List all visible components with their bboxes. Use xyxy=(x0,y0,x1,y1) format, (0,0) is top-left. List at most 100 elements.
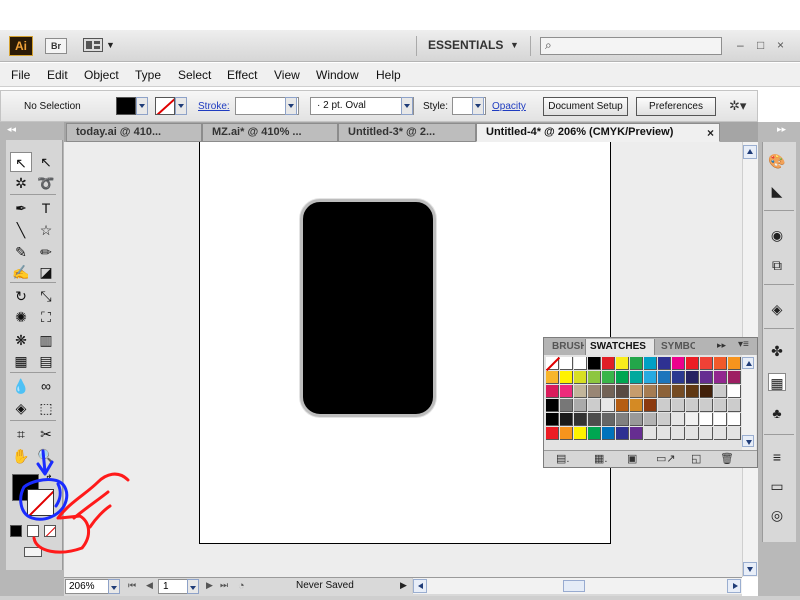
eraser-tool-icon[interactable]: ◪ xyxy=(35,262,57,282)
tab-symbols[interactable]: SYMBOLS xyxy=(657,339,695,355)
color-swatch[interactable] xyxy=(672,413,685,426)
pen-tool-icon[interactable]: ✒ xyxy=(10,198,32,218)
symbols-panel-icon[interactable]: ♣ xyxy=(768,404,786,422)
menu-object[interactable]: Object xyxy=(84,68,119,82)
color-swatch[interactable] xyxy=(560,399,573,412)
scroll-down-icon[interactable] xyxy=(743,562,757,576)
control-panel-menu-icon[interactable]: ✲▾ xyxy=(729,98,746,114)
zoom-dropdown-icon[interactable] xyxy=(108,579,120,594)
graphic-styles-panel-icon[interactable]: ⧉ xyxy=(768,256,786,274)
color-swatch[interactable] xyxy=(630,371,643,384)
color-swatch[interactable] xyxy=(672,385,685,398)
rounded-rectangle-artwork[interactable] xyxy=(300,199,436,417)
color-swatch[interactable] xyxy=(672,371,685,384)
color-swatch[interactable] xyxy=(546,399,559,412)
lasso-tool-icon[interactable]: ➰ xyxy=(35,173,57,193)
color-swatch[interactable] xyxy=(644,413,657,426)
menu-type[interactable]: Type xyxy=(135,68,161,82)
collapse-dock-icon[interactable]: ▸▸ xyxy=(777,124,786,135)
color-swatch[interactable] xyxy=(728,399,741,412)
toolbar-stroke-swatch[interactable] xyxy=(27,489,54,516)
color-swatch[interactable] xyxy=(700,385,713,398)
stroke-weight-dropdown-icon[interactable] xyxy=(285,97,297,115)
artboard-dropdown-icon[interactable] xyxy=(187,579,199,594)
color-swatch[interactable] xyxy=(630,427,643,440)
gradient-panel-icon[interactable]: ▭ xyxy=(768,477,786,495)
color-mode-icon[interactable] xyxy=(10,525,22,537)
color-swatch[interactable] xyxy=(602,371,615,384)
color-swatch[interactable] xyxy=(728,413,741,426)
color-swatch[interactable] xyxy=(616,427,629,440)
zoom-level-field[interactable]: 206% xyxy=(65,579,109,594)
live-paint-bucket-tool-icon[interactable]: ◈ xyxy=(10,398,32,418)
color-swatch[interactable] xyxy=(686,399,699,412)
warp-tool-icon[interactable]: ✺ xyxy=(10,307,32,327)
color-swatch[interactable] xyxy=(616,399,629,412)
menu-file[interactable]: File xyxy=(11,68,30,82)
menu-edit[interactable]: Edit xyxy=(47,68,68,82)
color-swatch[interactable] xyxy=(630,385,643,398)
show-swatch-kinds-icon[interactable]: ▦. xyxy=(594,452,607,465)
color-swatch[interactable] xyxy=(574,385,587,398)
color-swatch[interactable] xyxy=(616,371,629,384)
color-swatch[interactable] xyxy=(728,357,741,370)
color-swatch[interactable] xyxy=(546,385,559,398)
color-swatch[interactable] xyxy=(574,357,587,370)
swatch-libraries-icon[interactable]: ▤. xyxy=(556,452,569,465)
color-swatch[interactable] xyxy=(616,385,629,398)
scroll-up-icon[interactable] xyxy=(743,145,757,159)
scroll-left-icon[interactable] xyxy=(413,579,427,593)
color-swatch[interactable] xyxy=(630,413,643,426)
color-swatch[interactable] xyxy=(574,399,587,412)
horizontal-scroll-thumb[interactable] xyxy=(563,580,585,592)
color-swatch[interactable] xyxy=(602,385,615,398)
type-tool-icon[interactable]: T xyxy=(35,198,57,218)
color-swatch[interactable] xyxy=(686,357,699,370)
color-swatch[interactable] xyxy=(658,385,671,398)
color-swatch[interactable] xyxy=(686,371,699,384)
color-swatch[interactable] xyxy=(672,399,685,412)
eyedropper-tool-icon[interactable]: 💧 xyxy=(10,376,32,396)
color-swatch[interactable] xyxy=(672,357,685,370)
color-swatch[interactable] xyxy=(658,427,671,440)
direct-selection-tool-icon[interactable]: ↖ xyxy=(35,152,57,172)
color-swatch[interactable] xyxy=(630,399,643,412)
color-swatch[interactable] xyxy=(588,385,601,398)
brushes-panel-icon[interactable]: ✤ xyxy=(768,342,786,360)
column-graph-tool-icon[interactable]: ▥ xyxy=(35,330,57,350)
swatches-panel-icon[interactable]: ▦ xyxy=(768,373,786,391)
color-swatch[interactable] xyxy=(714,427,727,440)
color-swatch[interactable] xyxy=(658,399,671,412)
crop-area-tool-icon[interactable]: ⌗ xyxy=(10,424,32,444)
color-swatch[interactable] xyxy=(546,413,559,426)
color-swatch[interactable] xyxy=(560,357,573,370)
preferences-button[interactable]: Preferences xyxy=(636,97,716,116)
menu-select[interactable]: Select xyxy=(178,68,211,82)
blob-brush-tool-icon[interactable]: ✍ xyxy=(10,262,32,282)
color-swatch[interactable] xyxy=(588,413,601,426)
swatches-scroll-up-icon[interactable] xyxy=(742,357,754,369)
appearance-panel-icon[interactable]: ◉ xyxy=(768,226,786,244)
status-menu-icon[interactable]: ▶ xyxy=(400,580,407,591)
brush-definition-dropdown-icon[interactable] xyxy=(401,97,413,115)
color-swatch[interactable] xyxy=(602,399,615,412)
color-swatch[interactable] xyxy=(714,357,727,370)
symbol-sprayer-tool-icon[interactable]: ❋ xyxy=(10,330,32,350)
paintbrush-tool-icon[interactable]: ✎ xyxy=(10,242,32,262)
color-swatch[interactable] xyxy=(588,357,601,370)
color-swatch[interactable] xyxy=(602,357,615,370)
gradient-tool-icon[interactable]: ▤ xyxy=(35,351,57,371)
color-swatch[interactable] xyxy=(588,371,601,384)
color-swatch[interactable] xyxy=(672,427,685,440)
menu-help[interactable]: Help xyxy=(376,68,401,82)
color-swatch[interactable] xyxy=(714,399,727,412)
new-color-group-icon[interactable]: ▭↗ xyxy=(656,452,676,465)
swatch-options-icon[interactable]: ▣ xyxy=(627,452,637,465)
tab-untitled-4[interactable]: Untitled-4* @ 206% (CMYK/Preview) × xyxy=(476,123,720,142)
pencil-tool-icon[interactable]: ✏ xyxy=(35,242,57,262)
color-swatch[interactable] xyxy=(714,385,727,398)
color-swatch[interactable] xyxy=(560,427,573,440)
screen-mode-icon[interactable] xyxy=(24,547,42,557)
color-swatch[interactable] xyxy=(700,427,713,440)
color-swatch[interactable] xyxy=(686,385,699,398)
